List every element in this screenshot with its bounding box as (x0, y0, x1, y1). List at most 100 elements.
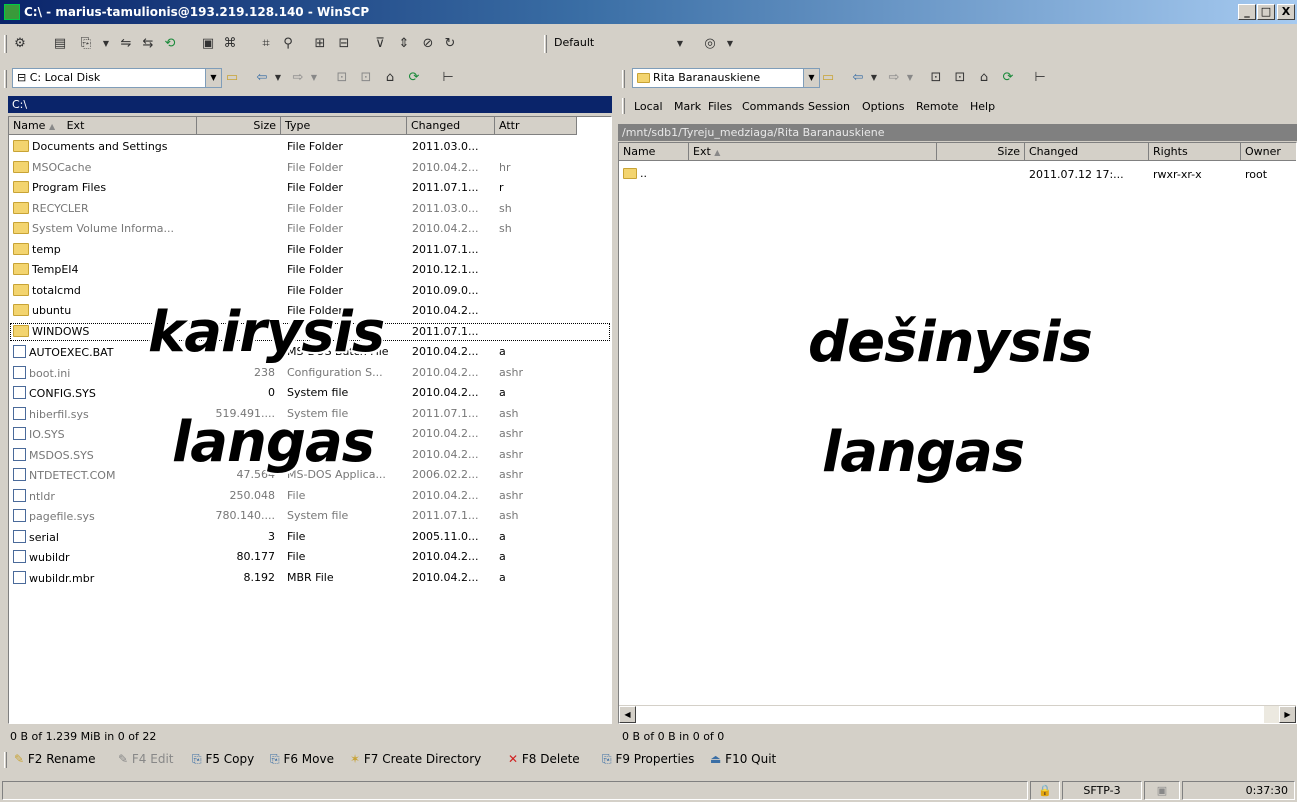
find-files-icon[interactable]: ⚲ (278, 34, 298, 54)
right-drive-select[interactable]: Rita Baranauskiene ▼ (632, 68, 820, 88)
queue-icon[interactable]: ▤ (50, 34, 70, 54)
table-row[interactable]: totalcmd File Folder 2010.09.0... (9, 281, 611, 301)
table-row[interactable]: ntldr 250.048 File 2010.04.2... ashr (9, 486, 611, 506)
chevron-down-icon[interactable]: ▼ (205, 69, 221, 87)
open-folder-icon[interactable]: ▭ (818, 68, 838, 88)
maximize-button[interactable]: □ (1257, 4, 1275, 20)
toolbar-grip[interactable] (544, 35, 547, 53)
close-button[interactable]: X (1277, 4, 1295, 20)
chevron-down-icon[interactable]: ▼ (864, 68, 884, 88)
synchronize-icon[interactable]: ⇋ (116, 34, 136, 54)
chevron-down-icon[interactable]: ▼ (900, 68, 920, 88)
chevron-down-icon[interactable]: ▼ (304, 68, 324, 88)
toolbar-grip[interactable] (4, 752, 7, 768)
refresh-icon[interactable]: ⟳ (404, 68, 424, 88)
menu-files[interactable]: Files (708, 100, 732, 113)
menu-help[interactable]: Help (970, 100, 995, 113)
column-header-name[interactable]: Name ▲ Ext (9, 117, 197, 135)
folder-icon (13, 324, 29, 337)
disconnect-icon[interactable]: ⊘ (418, 34, 438, 54)
table-row[interactable]: boot.ini 238 Configuration S... 2010.04.2..… (9, 363, 611, 383)
menu-local[interactable]: Local (634, 100, 663, 113)
compare-icon[interactable]: ⎘ (76, 34, 96, 54)
column-header-attr[interactable]: Attr (495, 117, 577, 135)
scroll-right-icon[interactable]: ▶ (1279, 706, 1296, 723)
f5-copy-button[interactable]: ⎘ F5 Copy (192, 752, 254, 767)
tree-icon[interactable]: ⊢ (1030, 68, 1050, 88)
open-folder-icon[interactable]: ▭ (222, 68, 242, 88)
menu-session[interactable]: Session (808, 100, 850, 113)
right-path-bar[interactable]: /mnt/sdb1/Tyreju_medziaga/Rita Baranausk… (618, 124, 1297, 141)
tree-icon[interactable]: ⊢ (438, 68, 458, 88)
f2-rename-button[interactable]: ✎ F2 Rename (14, 752, 95, 766)
menu-remote[interactable]: Remote (916, 100, 958, 113)
table-row[interactable]: Documents and Settings File Folder 2011.03… (9, 137, 611, 157)
unselect-icon[interactable]: ⊟ (334, 34, 354, 54)
root-directory-icon[interactable]: ⊡ (950, 68, 970, 88)
filter-icon[interactable]: ⊽ (370, 34, 390, 54)
table-row[interactable]: wubildr.mbr 8.192 MBR File 2010.04.2... a (9, 568, 611, 588)
home-icon[interactable]: ⌂ (380, 68, 400, 88)
chevron-down-icon[interactable]: ▼ (670, 34, 690, 54)
table-row[interactable]: RECYCLER File Folder 2011.03.0... sh (9, 199, 611, 219)
scrollbar-thumb[interactable] (636, 706, 1264, 723)
toolbar-grip[interactable] (4, 35, 7, 53)
table-row[interactable]: MSOCache File Folder 2010.04.2... hr (9, 158, 611, 178)
session-combo-label[interactable]: Default (554, 36, 594, 49)
column-header-type[interactable]: Type (281, 117, 407, 135)
minimize-button[interactable]: _ (1238, 4, 1256, 20)
chevron-down-icon[interactable]: ▼ (268, 68, 288, 88)
console-icon[interactable]: ▣ (198, 34, 218, 54)
table-row[interactable]: CONFIG.SYS 0 System file 2010.04.2... a (9, 383, 611, 403)
column-header-owner[interactable]: Owner (1241, 143, 1296, 161)
toolbar-grip[interactable] (622, 98, 625, 114)
column-header-name[interactable]: Name (619, 143, 689, 161)
f4-edit-button[interactable]: ✎ F4 Edit (118, 752, 173, 766)
sort-icon[interactable]: ⇕ (394, 34, 414, 54)
home-icon[interactable]: ⌂ (974, 68, 994, 88)
column-header-rights[interactable]: Rights (1149, 143, 1241, 161)
table-row[interactable]: Program Files File Folder 2011.07.1... r (9, 178, 611, 198)
select-icon[interactable]: ⊞ (310, 34, 330, 54)
left-drive-select[interactable]: ⊟ C: Local Disk ▼ (12, 68, 222, 88)
chevron-down-icon[interactable]: ▼ (803, 69, 819, 87)
refresh-icon[interactable]: ⟳ (998, 68, 1018, 88)
table-row[interactable]: TempEI4 File Folder 2010.12.1... (9, 260, 611, 280)
toolbar-grip[interactable] (622, 70, 625, 88)
menu-options[interactable]: Options (862, 100, 904, 113)
f7-create-directory-button[interactable]: ✶ F7 Create Directory (350, 752, 481, 766)
horizontal-scrollbar[interactable]: ◀ ▶ (619, 705, 1296, 723)
putty-icon[interactable]: ⌘ (220, 34, 240, 54)
f8-delete-button[interactable]: ✕ F8 Delete (508, 752, 580, 766)
column-header-changed[interactable]: Changed (1025, 143, 1149, 161)
root-directory-icon[interactable]: ⊡ (356, 68, 376, 88)
sync-browse-icon[interactable]: ⇆ (138, 34, 158, 54)
menu-mark[interactable]: Mark (674, 100, 701, 113)
table-row[interactable]: .. 2011.07.12 17:... rwxr-xr-x root (619, 165, 1296, 185)
table-row[interactable]: pagefile.sys 780.140.... System file 2011.0… (9, 506, 611, 526)
menu-commands[interactable]: Commands (742, 100, 804, 113)
toolbar-grip[interactable] (4, 70, 7, 88)
f6-move-button[interactable]: ⎘ F6 Move (270, 752, 334, 767)
preferences-icon[interactable]: ⚙ (10, 34, 30, 54)
scroll-left-icon[interactable]: ◀ (619, 706, 636, 723)
globe-icon[interactable]: ◎ (700, 34, 720, 54)
chevron-down-icon[interactable]: ▼ (96, 34, 116, 54)
chevron-down-icon[interactable]: ▼ (720, 34, 740, 54)
table-row[interactable]: temp File Folder 2011.07.1... (9, 240, 611, 260)
parent-directory-icon[interactable]: ⊡ (926, 68, 946, 88)
f9-properties-button[interactable]: ⎘ F9 Properties (602, 752, 694, 767)
column-header-changed[interactable]: Changed (407, 117, 495, 135)
left-path-bar[interactable]: C:\ (8, 96, 612, 113)
table-row[interactable]: System Volume Informa... File Folder 2010.… (9, 219, 611, 239)
table-row[interactable]: serial 3 File 2005.11.0... a (9, 527, 611, 547)
reconnect-icon[interactable]: ↻ (440, 34, 460, 54)
column-header-size[interactable]: Size (197, 117, 281, 135)
refresh-icon[interactable]: ⟲ (160, 34, 180, 54)
table-row[interactable]: wubildr 80.177 File 2010.04.2... a (9, 547, 611, 567)
parent-directory-icon[interactable]: ⊡ (332, 68, 352, 88)
transfer-settings-icon[interactable]: ⌗ (256, 34, 276, 54)
column-header-size[interactable]: Size (937, 143, 1025, 161)
f10-quit-button[interactable]: ⏏ F10 Quit (710, 752, 776, 766)
column-header-ext[interactable]: Ext ▲ (689, 143, 937, 161)
